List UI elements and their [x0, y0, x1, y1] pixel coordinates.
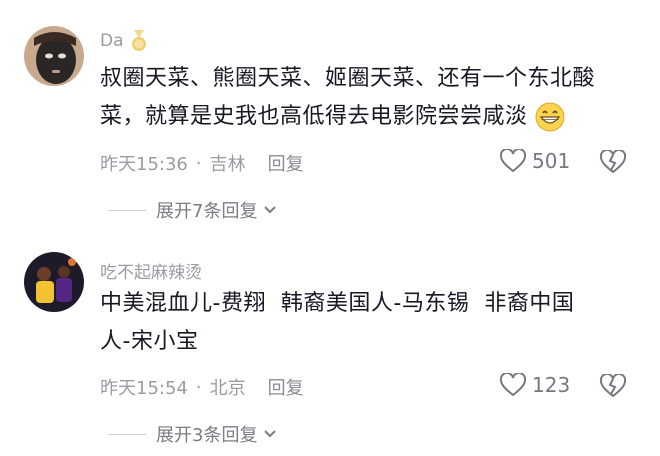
chevron-down-icon	[264, 430, 277, 438]
avatar-image-icon	[24, 26, 84, 86]
chevron-down-icon	[264, 206, 277, 214]
like-button[interactable]: 123	[500, 373, 570, 397]
broken-heart-icon	[599, 372, 627, 398]
broken-heart-icon	[599, 148, 627, 174]
separator-dot: ·	[195, 376, 202, 398]
comment-meta: 昨天15:54 · 北京 回复	[100, 374, 304, 400]
comment-text: 中美混血儿-费翔 韩裔美国人-马东锡 非裔中国 人-宋小宝	[100, 291, 575, 354]
reply-button[interactable]: 回复	[268, 374, 304, 400]
like-count: 501	[532, 149, 571, 173]
divider-line	[108, 209, 146, 211]
separator-dot: ·	[195, 152, 202, 174]
dislike-button[interactable]	[599, 148, 627, 178]
comment-location: 吉林	[209, 154, 246, 175]
comment-username[interactable]: 吃不起麻辣烫	[100, 258, 202, 283]
comment-text: 叔圈天菜、熊圈天菜、姬圈天菜、还有一个东北酸 菜，就算是史我也高低得去电影院尝尝…	[100, 60, 600, 136]
avatar-image-icon	[24, 252, 84, 312]
comment-location: 北京	[209, 378, 246, 399]
comment-username[interactable]: Da	[100, 30, 148, 52]
avatar[interactable]	[24, 26, 84, 86]
like-count: 123	[532, 373, 571, 397]
expand-replies-button[interactable]: 展开3条回复	[108, 421, 277, 447]
comment-time: 昨天15:54	[100, 378, 188, 399]
divider-line	[108, 433, 146, 435]
medal-icon	[131, 30, 146, 51]
comment-time: 昨天15:36	[100, 154, 188, 175]
heart-icon	[500, 149, 526, 173]
like-button[interactable]: 501	[500, 149, 570, 173]
reply-button[interactable]: 回复	[268, 150, 304, 176]
expand-replies-button[interactable]: 展开7条回复	[108, 197, 277, 223]
heart-icon	[500, 373, 526, 397]
avatar[interactable]	[24, 252, 84, 312]
dislike-button[interactable]	[599, 372, 627, 402]
comment-meta: 昨天15:36 · 吉林 回复	[100, 150, 304, 176]
grinning-face-icon	[535, 102, 565, 132]
